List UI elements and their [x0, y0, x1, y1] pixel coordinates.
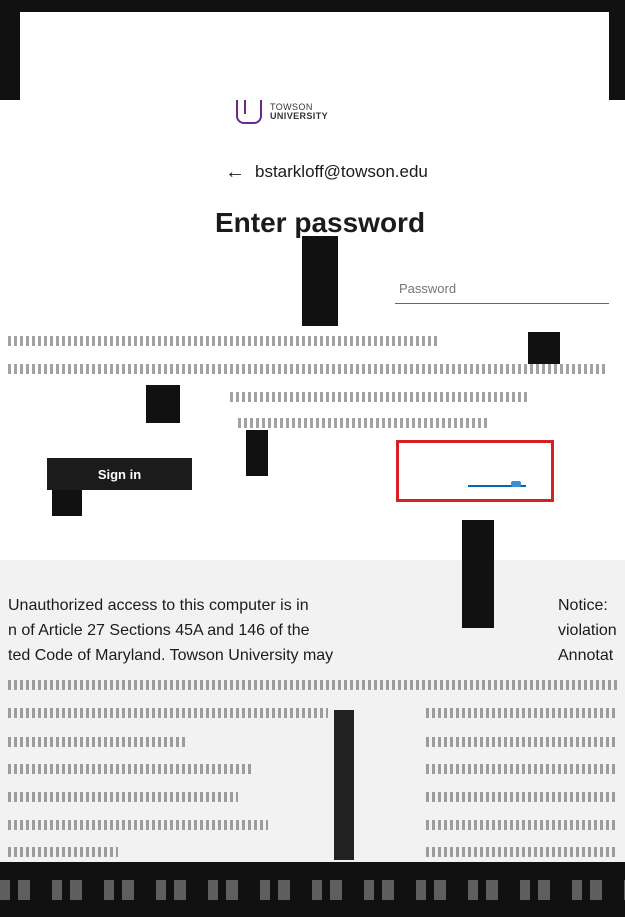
scanned-text-line — [8, 847, 118, 857]
redaction-block — [146, 385, 180, 423]
towson-logo-icon — [236, 100, 262, 124]
footer-notice-right: Notice: violation Annotat — [558, 593, 625, 668]
scanned-text-line — [426, 708, 616, 718]
redaction-block — [246, 430, 268, 476]
redaction-block — [302, 236, 338, 326]
sign-in-button[interactable]: Sign in — [47, 458, 192, 490]
notice-line: n of Article 27 Sections 45A and 146 of … — [8, 622, 310, 639]
notice-line: violation — [558, 622, 617, 639]
back-to-account-row[interactable]: ← bstarkloff@towson.edu — [225, 162, 428, 182]
scanned-text-line — [8, 680, 618, 690]
scanned-text-line — [238, 418, 488, 428]
notice-line: Unauthorized access to this computer is … — [8, 597, 309, 614]
scanned-text-line — [8, 820, 268, 830]
password-field[interactable] — [395, 274, 609, 304]
scanned-text-line — [8, 364, 608, 374]
scanned-text-line — [8, 708, 328, 718]
scanned-text-line — [8, 792, 238, 802]
page-title: Enter password — [215, 207, 426, 238]
window-top-bar — [0, 0, 625, 12]
annotation-highlight-box — [396, 440, 554, 502]
annotation-marker — [511, 481, 521, 487]
scanned-text-line — [8, 764, 253, 774]
towson-logo-text: TOWSON UNIVERSITY — [270, 103, 328, 121]
redaction-block — [334, 710, 354, 860]
footer-notice-left: Unauthorized access to this computer is … — [8, 593, 392, 668]
towson-logo: TOWSON UNIVERSITY — [236, 100, 328, 124]
scanned-text-line — [230, 392, 530, 402]
notice-line: Annotat — [558, 647, 614, 664]
logo-line-2: UNIVERSITY — [270, 111, 329, 121]
scanned-text-line — [426, 792, 616, 802]
scanned-text-line — [426, 764, 616, 774]
notice-line: Notice: — [558, 597, 608, 614]
bottom-artifact-strip — [0, 880, 625, 900]
notice-line: ted Code of Maryland. Towson University … — [8, 647, 334, 664]
scanned-text-line — [426, 847, 616, 857]
window-left-edge — [0, 0, 20, 100]
scanned-text-line — [8, 737, 188, 747]
redaction-block — [528, 332, 560, 364]
arrow-left-icon[interactable]: ← — [225, 162, 245, 182]
redaction-block — [462, 520, 494, 628]
account-email: bstarkloff@towson.edu — [255, 162, 428, 181]
window-right-edge — [609, 0, 625, 100]
scanned-text-line — [426, 820, 616, 830]
scanned-text-line — [8, 336, 438, 346]
scanned-text-line — [426, 737, 616, 747]
